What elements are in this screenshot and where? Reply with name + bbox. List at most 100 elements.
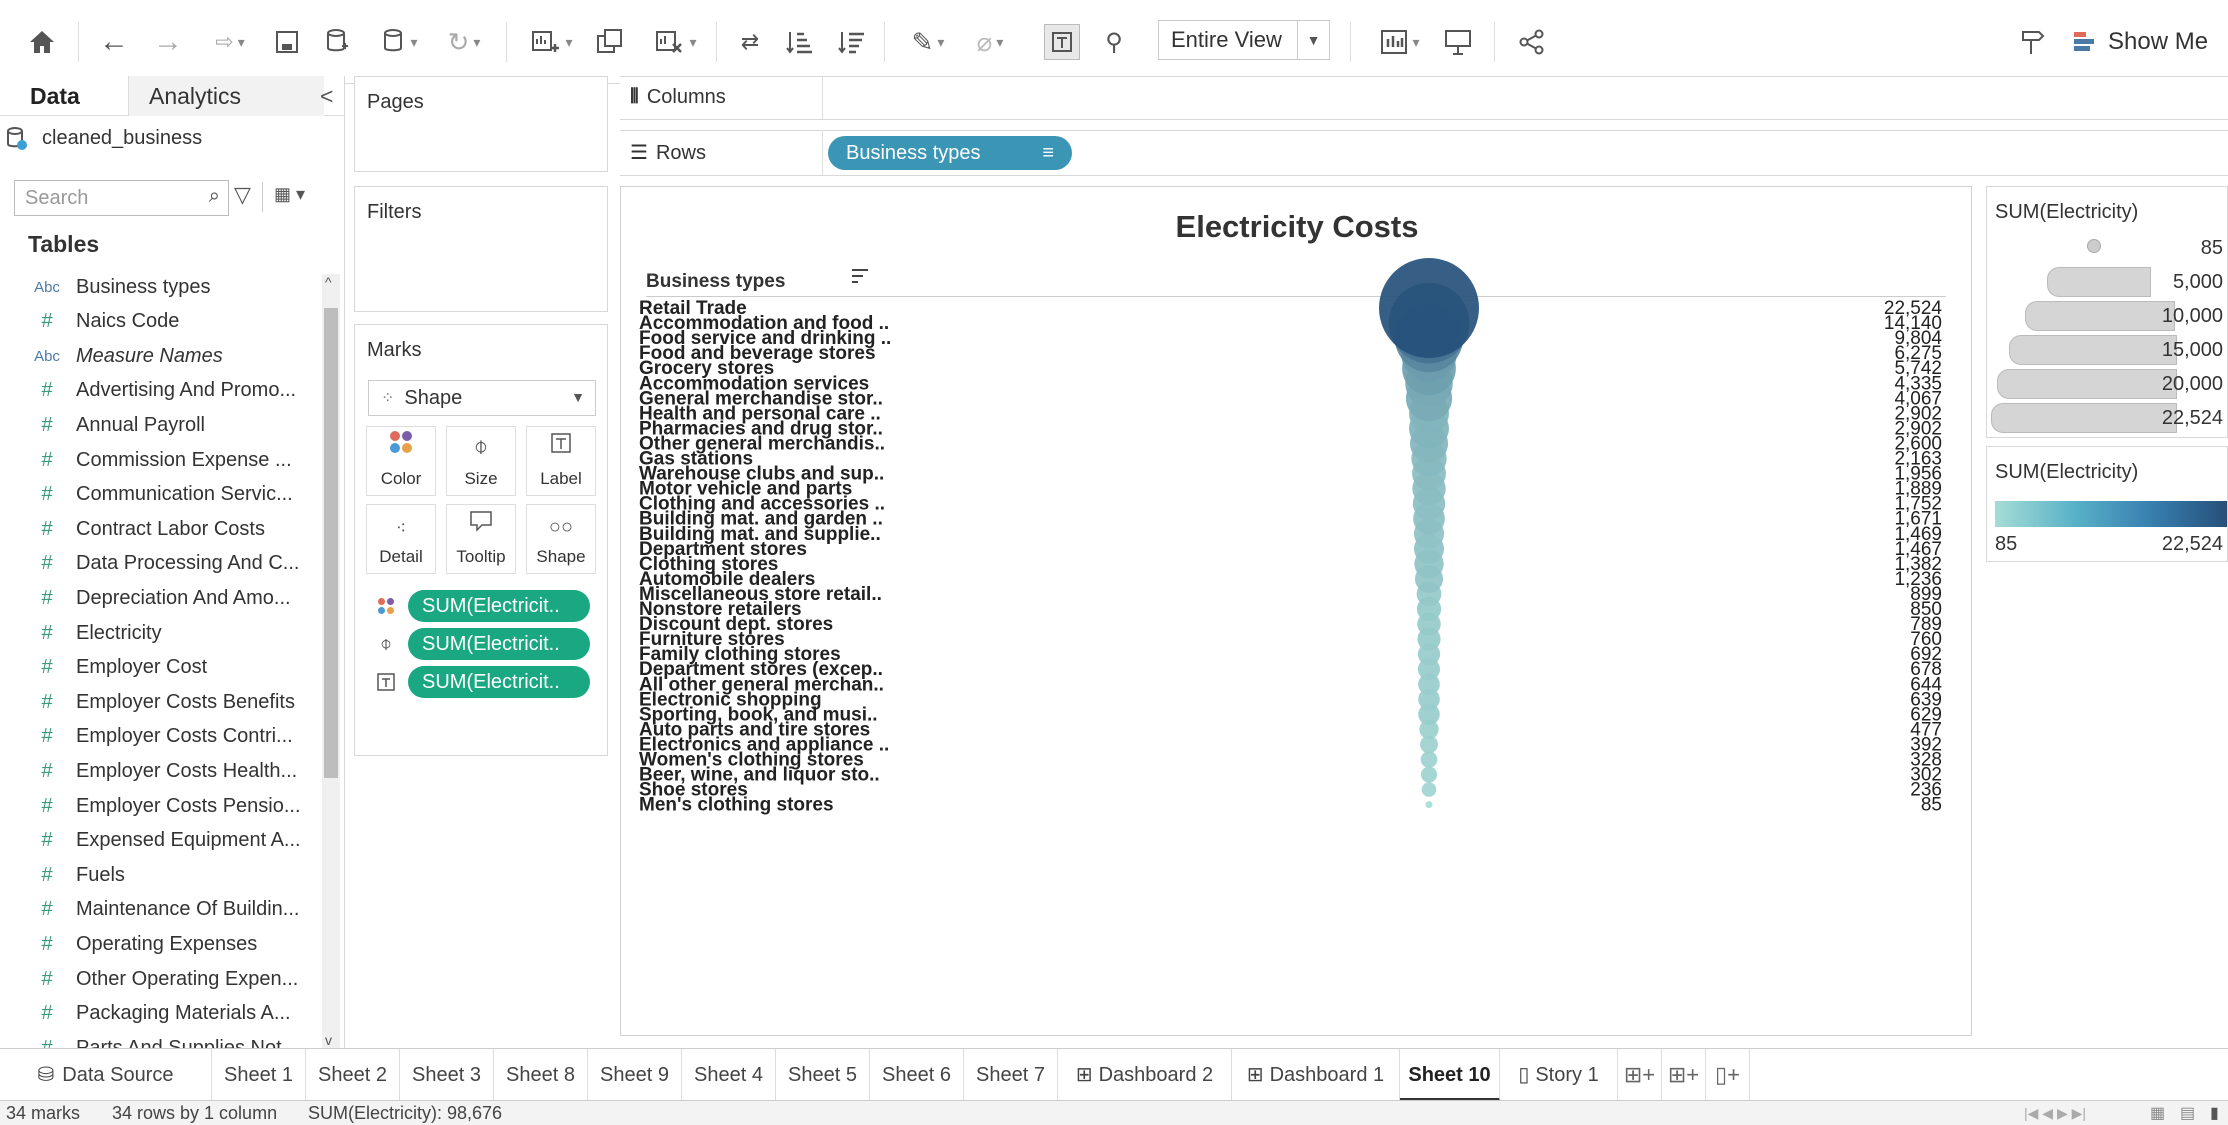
show-mark-labels-icon[interactable] <box>1044 24 1080 60</box>
sheet-nav-icons[interactable]: |◀ ◀ ▶ ▶| <box>2024 1105 2086 1122</box>
new-worksheet-tab-icon[interactable]: ⊞+ <box>1618 1049 1662 1101</box>
field-item[interactable]: # Contract Labor Costs <box>0 512 320 546</box>
new-worksheet-icon[interactable]: ▾ <box>522 22 582 62</box>
field-item[interactable]: # Depreciation And Amo... <box>0 581 320 615</box>
size-legend[interactable]: SUM(Electricity) 85 5,000 10,000 15,000 … <box>1986 186 2228 438</box>
sheet-tab[interactable]: Sheet 1 <box>212 1049 306 1101</box>
datasource-item[interactable]: cleaned_business <box>0 116 345 160</box>
show-hide-cards-icon[interactable] <box>2014 22 2050 62</box>
label-button[interactable]: Label <box>526 426 596 496</box>
field-item[interactable]: # Employer Cost <box>0 651 320 685</box>
category-label[interactable]: Men's clothing stores <box>639 795 834 816</box>
sheet-tab[interactable]: ▯ Story 1 <box>1500 1049 1618 1101</box>
field-item[interactable]: # Fuels <box>0 858 320 892</box>
scroll-up-icon[interactable]: ^ <box>325 274 332 290</box>
field-item[interactable]: # Packaging Materials A... <box>0 997 320 1031</box>
columns-shelf[interactable] <box>620 76 2228 120</box>
sheet-sorter-icon[interactable]: ▦ <box>2150 1103 2165 1123</box>
sheet-tab[interactable]: Sheet 8 <box>494 1049 588 1101</box>
field-item[interactable]: # Annual Payroll <box>0 408 320 442</box>
field-item[interactable]: # Operating Expenses <box>0 927 320 961</box>
field-item[interactable]: # Maintenance Of Buildin... <box>0 893 320 927</box>
chart-mark[interactable] <box>1420 751 1438 768</box>
field-item[interactable]: # Electricity <box>0 616 320 650</box>
field-item[interactable]: # Advertising And Promo... <box>0 374 320 408</box>
sheet-tab[interactable]: Sheet 10 <box>1400 1049 1500 1101</box>
field-item[interactable]: # Expensed Equipment A... <box>0 824 320 858</box>
chart-mark[interactable] <box>1421 782 1437 797</box>
view-options-icon[interactable]: ▦ ▾ <box>274 184 305 205</box>
tooltip-button[interactable]: Tooltip <box>446 504 516 574</box>
mark-type-dropdown[interactable]: ⁘ Shape ▼ <box>368 380 596 416</box>
clear-sheet-icon[interactable]: ▾ <box>646 22 706 62</box>
collapse-pane-icon[interactable]: < <box>320 76 333 116</box>
redo-dropdown-icon[interactable]: ⇨ ▾ <box>200 22 260 62</box>
sort-ascending-icon[interactable] <box>782 22 818 62</box>
save-icon[interactable] <box>270 22 304 62</box>
forward-icon[interactable]: → <box>150 22 186 62</box>
search-input[interactable]: Search ⌕ <box>14 180 229 216</box>
scroll-thumb[interactable] <box>324 308 338 778</box>
new-dashboard-tab-icon[interactable]: ⊞+ <box>1662 1049 1706 1101</box>
home-icon[interactable] <box>22 22 62 62</box>
chart-mark[interactable] <box>1379 258 1479 358</box>
color-pill[interactable]: SUM(Electricit.. <box>408 590 590 622</box>
color-button[interactable]: Color <box>366 426 436 496</box>
label-pill[interactable]: SUM(Electricit.. <box>408 666 590 698</box>
rows-pill-business-types[interactable]: Business types ≡ <box>828 136 1072 170</box>
field-item[interactable]: # Commission Expense ... <box>0 443 320 477</box>
pause-datasource-icon[interactable]: ▾ <box>370 22 430 62</box>
highlight-icon[interactable]: ✎ ▾ <box>898 22 958 62</box>
shape-button[interactable]: ○○ Shape <box>526 504 596 574</box>
tab-data-source[interactable]: ⛁ Data Source <box>0 1049 212 1101</box>
chart-mark[interactable] <box>1425 801 1433 809</box>
new-story-tab-icon[interactable]: ▯+ <box>1706 1049 1750 1101</box>
filters-card[interactable]: Filters <box>354 186 608 312</box>
sheet-tab[interactable]: Sheet 4 <box>682 1049 776 1101</box>
field-item[interactable]: # Naics Code <box>0 305 320 339</box>
field-item[interactable]: # Communication Servic... <box>0 478 320 512</box>
pages-card[interactable]: Pages <box>354 76 608 172</box>
fix-axes-icon[interactable]: ⚲ <box>1096 22 1132 62</box>
filmstrip-icon[interactable]: ▤ <box>2180 1103 2195 1123</box>
refresh-icon[interactable]: ↻ ▾ <box>434 22 494 62</box>
sheet-tab[interactable]: Sheet 2 <box>306 1049 400 1101</box>
filter-fields-icon[interactable]: ▽ <box>234 182 251 208</box>
presentation-mode-icon[interactable] <box>1440 22 1476 62</box>
sheet-tab[interactable]: ⊞ Dashboard 1 <box>1232 1049 1400 1101</box>
new-datasource-icon[interactable] <box>320 22 354 62</box>
group-members-icon[interactable]: ⌀ ▾ <box>960 22 1020 62</box>
tab-analytics[interactable]: Analytics <box>128 76 324 116</box>
field-item[interactable]: Abc Business types <box>0 270 320 304</box>
sheet-tab[interactable]: Sheet 7 <box>964 1049 1058 1101</box>
show-me-button[interactable]: Show Me <box>2074 22 2208 62</box>
electricity-chart[interactable]: Retail Trade 22,524Accommodation and food… <box>621 187 1973 1037</box>
back-icon[interactable]: ← <box>96 22 132 62</box>
field-item[interactable]: Abc Measure Names <box>0 339 320 373</box>
sheet-tab[interactable]: ⊞ Dashboard 2 <box>1058 1049 1232 1101</box>
field-item[interactable]: # Employer Costs Health... <box>0 754 320 788</box>
fit-dropdown[interactable]: Entire View ▼ <box>1158 20 1330 60</box>
color-legend[interactable]: SUM(Electricity) 85 22,524 <box>1986 446 2228 562</box>
tabs-view-icon[interactable]: ▮ <box>2210 1103 2219 1123</box>
sheet-tab[interactable]: Sheet 5 <box>776 1049 870 1101</box>
field-item[interactable]: # Employer Costs Benefits <box>0 685 320 719</box>
field-item[interactable]: # Other Operating Expen... <box>0 962 320 996</box>
sheet-tab[interactable]: Sheet 6 <box>870 1049 964 1101</box>
swap-rows-columns-icon[interactable]: ⇄ <box>732 22 768 62</box>
sheet-tab[interactable]: Sheet 9 <box>588 1049 682 1101</box>
show-cards-icon[interactable]: ▾ <box>1370 22 1430 62</box>
share-icon[interactable] <box>1514 22 1550 62</box>
sheet-tab[interactable]: Sheet 3 <box>400 1049 494 1101</box>
size-pill[interactable]: SUM(Electricit.. <box>408 628 590 660</box>
field-list-scrollbar[interactable]: ^ v <box>322 274 340 1048</box>
field-item[interactable]: # Employer Costs Pensio... <box>0 789 320 823</box>
duplicate-sheet-icon[interactable] <box>592 22 628 62</box>
chart-mark[interactable] <box>1420 766 1438 783</box>
scroll-down-icon[interactable]: v <box>325 1032 332 1048</box>
tab-data[interactable]: Data <box>30 76 80 116</box>
sort-descending-icon[interactable] <box>834 22 870 62</box>
field-item[interactable]: # Data Processing And C... <box>0 547 320 581</box>
field-item[interactable]: # Employer Costs Contri... <box>0 720 320 754</box>
size-button[interactable]: ⌽ Size <box>446 426 516 496</box>
